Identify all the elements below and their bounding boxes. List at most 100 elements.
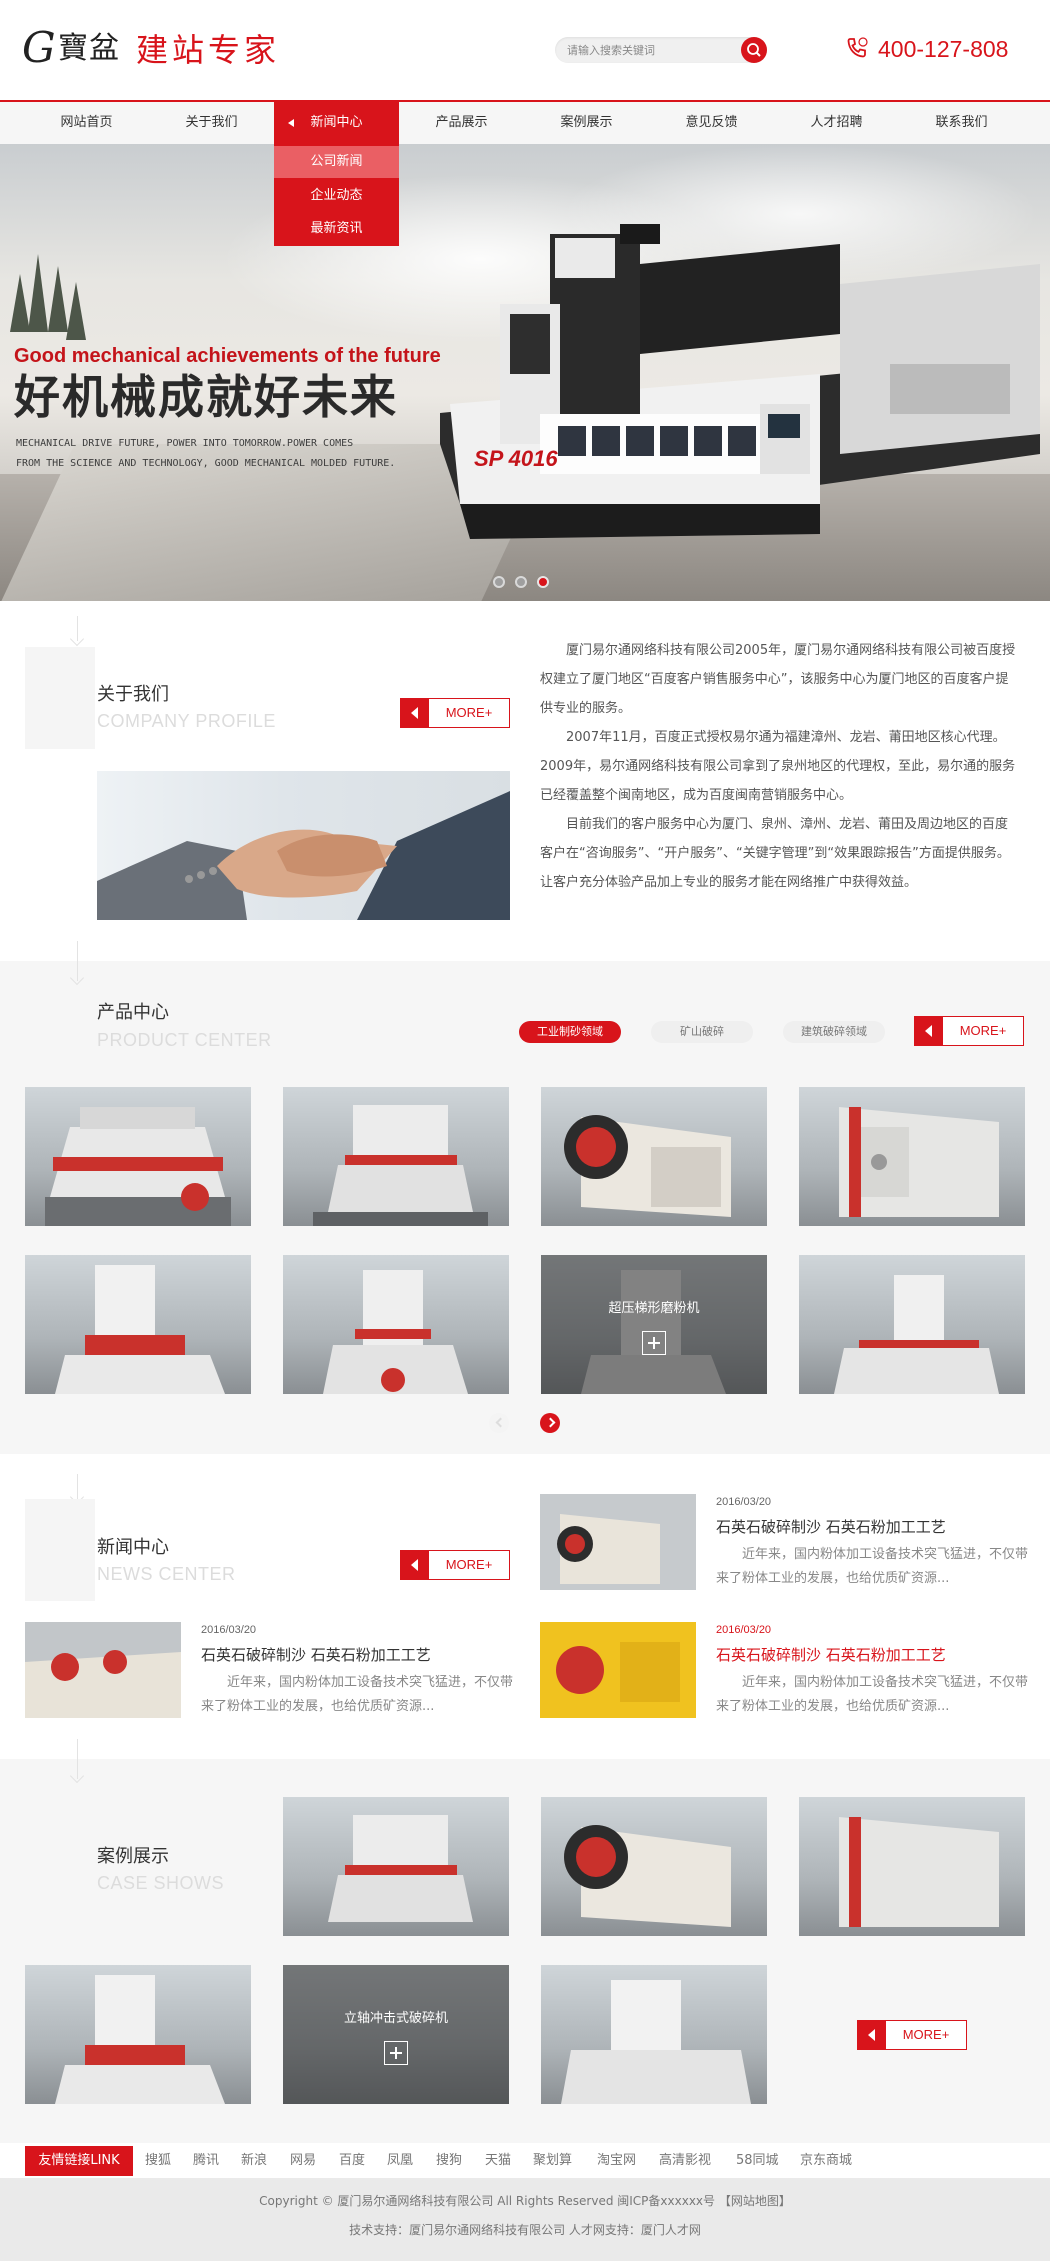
nav-item-about[interactable]: 关于我们 xyxy=(149,102,274,144)
machine-model-label: SP 4016 xyxy=(474,446,558,471)
product-prev-button[interactable] xyxy=(489,1413,509,1433)
grinding-mill-image xyxy=(55,1265,225,1394)
case-subtitle: CASE SHOWS xyxy=(97,1873,225,1893)
nav-item-feedback[interactable]: 意见反馈 xyxy=(649,102,774,144)
about-paragraph: 2007年11月，百度正式授权易尔通为福建漳州、龙岩、莆田地区核心代理。2009… xyxy=(540,730,1016,803)
case-thumb[interactable] xyxy=(541,1797,767,1936)
main-nav: 网站首页 关于我们 新闻中心 产品展示 案例展示 意见反馈 人才招聘 联系我们 xyxy=(0,100,1050,144)
friend-link[interactable]: 58同城 xyxy=(736,2153,779,2169)
slider-dot-1[interactable] xyxy=(493,576,505,588)
about-text: 厦门易尔通网络科技有限公司2005年，厦门易尔通网络科技有限公司被百度授权建立了… xyxy=(540,636,1020,897)
about-more-button[interactable]: MORE+ xyxy=(400,698,510,728)
hero-banner[interactable]: Good mechanical achievements of the futu… xyxy=(0,144,1050,601)
case-thumb[interactable] xyxy=(283,1797,509,1936)
handshake-image xyxy=(97,771,510,920)
plus-icon[interactable] xyxy=(642,1331,666,1355)
news-headline[interactable]: 石英石破碎制沙 石英石粉加工工艺 xyxy=(716,1517,946,1537)
case-thumb[interactable] xyxy=(541,1965,767,2104)
nav-item-home[interactable]: 网站首页 xyxy=(24,102,149,144)
cone-crusher-image xyxy=(45,1107,231,1226)
search-button[interactable] xyxy=(741,37,767,63)
nav-item-contact[interactable]: 联系我们 xyxy=(899,102,1024,144)
news-date: 2016/03/20 xyxy=(716,1624,772,1636)
banner-chinese-title: 好机械成就好未来 xyxy=(14,370,398,424)
news-thumb[interactable] xyxy=(540,1622,696,1718)
product-thumb[interactable] xyxy=(283,1255,509,1394)
plus-icon[interactable] xyxy=(384,2041,408,2065)
cone-crusher-image xyxy=(328,1815,473,1922)
handshake-illustration xyxy=(97,791,510,920)
nav-item-products[interactable]: 产品展示 xyxy=(399,102,524,144)
more-label: MORE+ xyxy=(902,2027,950,2042)
friend-link[interactable]: 网易 xyxy=(290,2153,316,2169)
jaw-crusher-image xyxy=(564,1825,731,1927)
slider-dot-3[interactable] xyxy=(537,576,549,588)
news-headline[interactable]: 石英石破碎制沙 石英石粉加工工艺 xyxy=(201,1645,431,1665)
product-thumb[interactable] xyxy=(25,1087,251,1226)
friend-link[interactable]: 聚划算 xyxy=(533,2153,572,2169)
cone-crusher-image xyxy=(313,1105,488,1226)
friend-link[interactable]: 淘宝网 xyxy=(597,2153,636,2169)
case-thumb[interactable] xyxy=(799,1797,1025,1936)
news-dropdown-menu: 公司新闻 企业动态 最新资讯 xyxy=(274,144,399,246)
section-marker xyxy=(25,647,95,749)
logo-slogan[interactable]: 建站专家 xyxy=(136,31,280,69)
news-title: 新闻中心 xyxy=(97,1537,169,1558)
about-title: 关于我们 xyxy=(97,684,169,705)
friend-link[interactable]: 百度 xyxy=(339,2153,365,2169)
product-more-button[interactable]: MORE+ xyxy=(914,1016,1024,1046)
friend-link[interactable]: 搜狐 xyxy=(145,2153,171,2169)
grinding-mill-image xyxy=(323,1270,468,1394)
dropdown-item-enterprise-updates[interactable]: 企业动态 xyxy=(274,180,399,212)
nav-item-news[interactable]: 新闻中心 xyxy=(274,102,399,144)
case-more-button[interactable]: MORE+ xyxy=(857,2020,967,2050)
copyright-text: Copyright © 厦门易尔通网络科技有限公司 All Rights Res… xyxy=(259,2194,791,2208)
tab-industrial-sand[interactable]: 工业制砂领域 xyxy=(519,1021,621,1043)
about-paragraph: 目前我们的客户服务中心为厦门、泉州、漳州、龙岩、莆田及周边地区的百度客户在“咨询… xyxy=(540,817,1010,890)
crusher-line-image xyxy=(25,1622,181,1718)
news-thumb[interactable] xyxy=(540,1494,696,1590)
friend-link[interactable]: 腾讯 xyxy=(193,2153,219,2169)
site-footer: Copyright © 厦门易尔通网络科技有限公司 All Rights Res… xyxy=(0,2178,1050,2261)
logo-brand[interactable]: 寶盆 xyxy=(58,30,120,68)
banner-subtitle: MECHANICAL DRIVE FUTURE, POWER INTO TOMO… xyxy=(16,434,395,474)
nav-item-news-label: 新闻中心 xyxy=(310,115,363,130)
crusher-image xyxy=(540,1494,696,1590)
tab-construction-crush[interactable]: 建筑破碎领域 xyxy=(783,1021,885,1043)
product-thumb[interactable] xyxy=(799,1255,1025,1394)
case-thumb-hover[interactable]: 立轴冲击式破碎机 xyxy=(283,1965,509,2104)
nav-item-cases[interactable]: 案例展示 xyxy=(524,102,649,144)
dropdown-item-company-news[interactable]: 公司新闻 xyxy=(274,146,399,178)
friend-link[interactable]: 京东商城 xyxy=(800,2153,852,2169)
friend-links-label: 友情链接LINK xyxy=(25,2146,133,2176)
news-headline[interactable]: 石英石破碎制沙 石英石粉加工工艺 xyxy=(716,1645,946,1665)
product-thumb[interactable] xyxy=(283,1087,509,1226)
tree-icon xyxy=(66,282,86,340)
news-more-button[interactable]: MORE+ xyxy=(400,1550,510,1580)
friend-link[interactable]: 新浪 xyxy=(241,2153,267,2169)
tab-mining-crush[interactable]: 矿山破碎 xyxy=(651,1021,753,1043)
news-date: 2016/03/20 xyxy=(716,1496,772,1508)
slider-dot-2[interactable] xyxy=(515,576,527,588)
news-summary: 近年来，国内粉体加工设备技术突飞猛进，不仅带来了粉体工业的发展，也给优质矿资源.… xyxy=(716,1675,1029,1714)
crusher-image xyxy=(540,1622,696,1718)
friend-link[interactable]: 凤凰 xyxy=(387,2153,413,2169)
impact-crusher-image xyxy=(839,1817,999,1927)
search-input[interactable] xyxy=(567,41,732,59)
product-thumb[interactable] xyxy=(541,1087,767,1226)
more-label: MORE+ xyxy=(959,1023,1007,1038)
friend-link[interactable]: 高清影视 xyxy=(659,2153,711,2169)
product-thumb[interactable] xyxy=(25,1255,251,1394)
dropdown-item-latest-info[interactable]: 最新资讯 xyxy=(274,213,399,245)
nav-item-jobs[interactable]: 人才招聘 xyxy=(774,102,899,144)
friend-link[interactable]: 天猫 xyxy=(485,2153,511,2169)
news-thumb[interactable] xyxy=(25,1622,181,1718)
arrow-left-icon xyxy=(858,2021,886,2049)
product-next-button[interactable] xyxy=(540,1413,560,1433)
logo-letter[interactable]: G xyxy=(22,26,56,70)
product-thumb[interactable] xyxy=(799,1087,1025,1226)
phone-icon xyxy=(847,37,868,58)
product-thumb-hover[interactable]: 超压梯形磨粉机 xyxy=(541,1255,767,1394)
case-thumb[interactable] xyxy=(25,1965,251,2104)
friend-link[interactable]: 搜狗 xyxy=(436,2153,462,2169)
